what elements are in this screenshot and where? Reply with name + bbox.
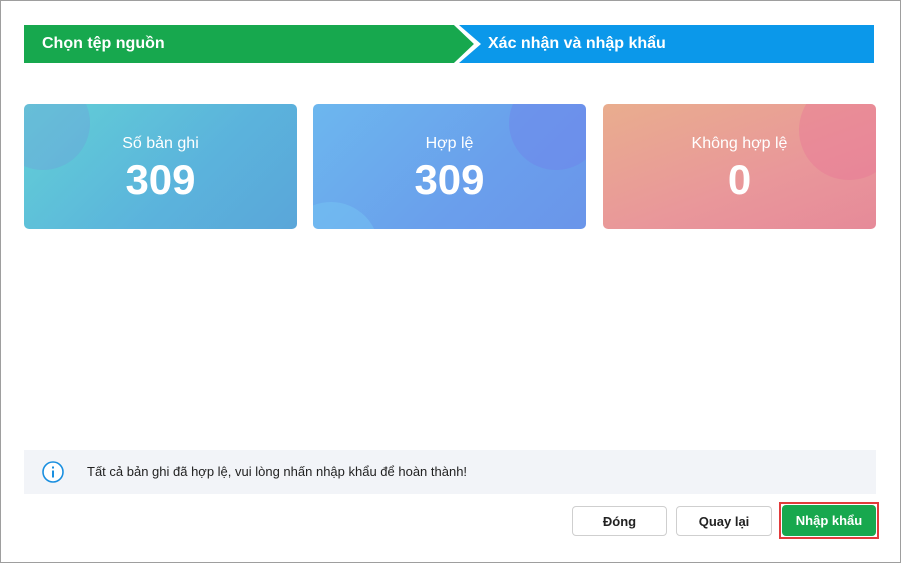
decor-bubble — [313, 202, 379, 229]
info-icon — [42, 461, 64, 483]
import-button[interactable]: Nhập khẩu — [782, 505, 876, 536]
total-records-label: Số bản ghi — [122, 135, 199, 152]
step-choose-source: Chọn tệp nguồn — [24, 25, 474, 63]
back-button[interactable]: Quay lại — [676, 506, 772, 536]
info-message-text: Tất cả bản ghi đã hợp lệ, vui lòng nhấn … — [87, 464, 468, 479]
close-button[interactable]: Đóng — [572, 506, 667, 536]
total-records-value: 309 — [125, 156, 196, 203]
step-choose-source-label: Chọn tệp nguồn — [42, 35, 165, 52]
info-message-bar: Tất cả bản ghi đã hợp lệ, vui lòng nhấn … — [24, 450, 876, 494]
invalid-records-label: Không hợp lệ — [691, 135, 788, 152]
total-records-card: Số bản ghi 309 — [24, 104, 297, 229]
invalid-records-value: 0 — [727, 156, 752, 203]
invalid-records-card: Không hợp lệ 0 — [603, 104, 876, 229]
valid-records-label: Hợp lệ — [425, 135, 474, 152]
valid-records-card: Hợp lệ 309 — [313, 104, 586, 229]
step-confirm-import: Xác nhận và nhập khẩu — [454, 25, 874, 63]
valid-records-value: 309 — [414, 156, 485, 203]
import-stepper: Chọn tệp nguồn Xác nhận và nhập khẩu — [24, 25, 874, 63]
step-confirm-import-label: Xác nhận và nhập khẩu — [488, 35, 666, 52]
import-dialog: Chọn tệp nguồn Xác nhận và nhập khẩu Số … — [0, 0, 901, 563]
